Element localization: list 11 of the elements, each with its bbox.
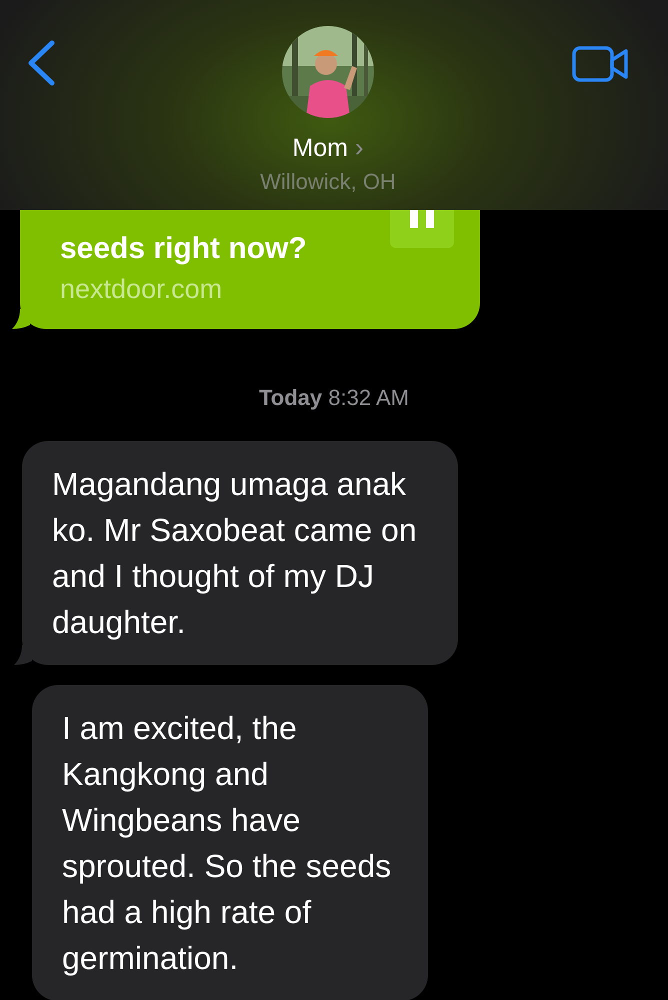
timestamp: Today 8:32 AM <box>259 385 409 411</box>
contact-location: Willowick, OH <box>260 169 396 195</box>
link-thumbnail-icon <box>390 210 454 248</box>
video-camera-icon[interactable] <box>572 46 630 82</box>
bubble-tail <box>12 309 30 329</box>
back-icon[interactable] <box>26 40 56 86</box>
contact-name[interactable]: Mom › <box>292 132 364 163</box>
message-bubble: Magandang umaga anak ko. Mr Saxobeat came on and I thought of my DJ daughter. <box>22 441 458 665</box>
link-domain: nextdoor.com <box>60 274 224 305</box>
link-title: seeds right now? <box>60 232 308 266</box>
message-bubble: I am excited, the Kangkong and Wingbeans have sprouted. So the seeds had a high rate of germination. <box>32 685 428 1000</box>
